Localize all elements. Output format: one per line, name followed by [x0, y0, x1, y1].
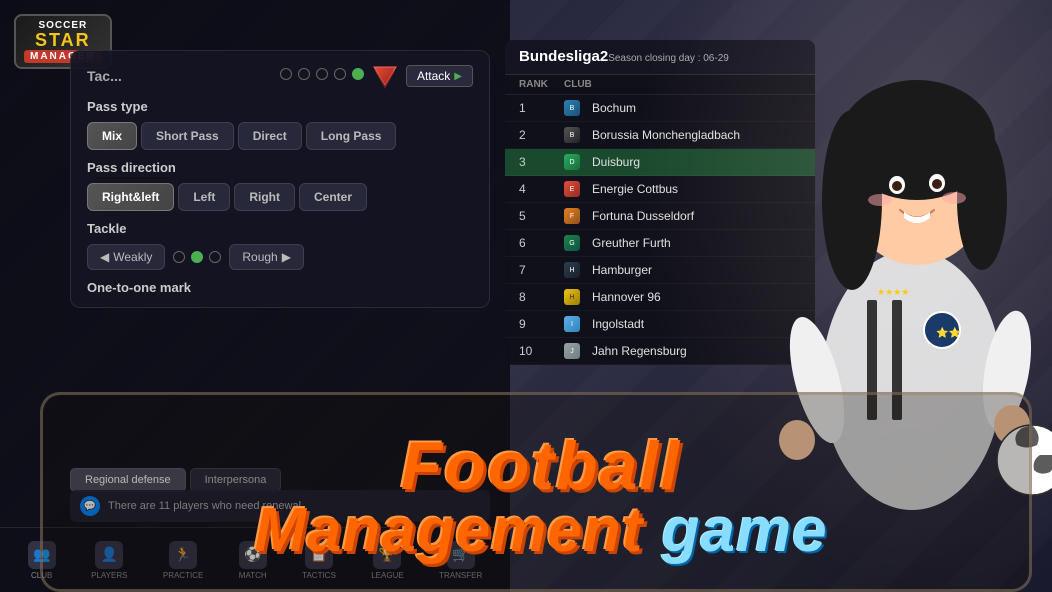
badge-energie: E	[564, 181, 580, 197]
dot-3	[316, 68, 328, 80]
game-word: game	[662, 496, 828, 565]
tackle-dot-3	[209, 251, 221, 263]
footer-line2: Management game	[254, 500, 827, 562]
rank-1: 1	[519, 101, 564, 115]
tackle-dot-1	[173, 251, 185, 263]
pass-type-label: Pass type	[87, 99, 473, 114]
badge-borussia: B	[564, 127, 580, 143]
dir-left-button[interactable]: Left	[178, 183, 230, 211]
dir-right-button[interactable]: Right	[234, 183, 295, 211]
badge-hannover: H	[564, 289, 580, 305]
badge-fortuna: F	[564, 208, 580, 224]
rank-5: 5	[519, 209, 564, 223]
rank-7: 7	[519, 263, 564, 277]
tackle-dots	[173, 251, 221, 263]
rank-10: 10	[519, 344, 564, 358]
logo-star: STAR	[35, 31, 91, 49]
rank-4: 4	[519, 182, 564, 196]
rank-8: 8	[519, 290, 564, 304]
footer-line1: Football	[401, 432, 681, 500]
badge-bochum: B	[564, 100, 580, 116]
badge-jahn: J	[564, 343, 580, 359]
pass-direct-button[interactable]: Direct	[238, 122, 302, 150]
dir-center-button[interactable]: Center	[299, 183, 367, 211]
attack-arrow-icon: ▶	[454, 71, 462, 82]
right-arrow-icon: ▶	[282, 250, 291, 264]
league-title-text: Bundesliga2	[519, 48, 608, 65]
oneonone-label: One-to-one mark	[87, 280, 473, 295]
attack-label: Attack	[417, 69, 450, 83]
tactics-panel: Tac... Attack	[70, 50, 490, 308]
tackle-dot-2	[191, 251, 203, 263]
rough-label: Rough	[242, 250, 277, 264]
rank-2: 2	[519, 128, 564, 142]
tackle-row: ◀ Weakly Rough ▶	[87, 244, 473, 270]
pass-short-button[interactable]: Short Pass	[141, 122, 234, 150]
management-word: Management	[254, 496, 661, 565]
left-arrow-icon: ◀	[100, 250, 109, 264]
dot-2	[298, 68, 310, 80]
footer-text-area: Football Management game	[50, 432, 1032, 562]
rank-6: 6	[519, 236, 564, 250]
pass-type-group: Mix Short Pass Direct Long Pass	[87, 122, 473, 150]
tackle-label: Tackle	[87, 221, 473, 236]
badge-greuther: G	[564, 235, 580, 251]
pass-mix-button[interactable]: Mix	[87, 122, 137, 150]
rank-col-header: RANK	[519, 79, 564, 90]
badge-ingolstadt: I	[564, 316, 580, 332]
rank-3: 3	[519, 155, 564, 169]
pass-direction-group: Right&left Left Right Center	[87, 183, 473, 211]
tactics-title: Tac...	[87, 68, 122, 84]
rough-button[interactable]: Rough ▶	[229, 244, 304, 270]
badge-duisburg: D	[564, 154, 580, 170]
badge-hamburger: H	[564, 262, 580, 278]
weakly-label: Weakly	[113, 250, 152, 264]
rank-9: 9	[519, 317, 564, 331]
progress-dots	[280, 68, 364, 80]
svg-text:★★★★: ★★★★	[877, 287, 909, 297]
dot-1	[280, 68, 292, 80]
pass-long-button[interactable]: Long Pass	[306, 122, 397, 150]
dir-rightleft-button[interactable]: Right&left	[87, 183, 174, 211]
pass-direction-label: Pass direction	[87, 160, 473, 175]
dot-5	[352, 68, 364, 80]
dot-4	[334, 68, 346, 80]
attack-button[interactable]: Attack ▶	[406, 65, 473, 87]
svg-text:⭐⭐: ⭐⭐	[936, 326, 961, 339]
down-arrow-icon	[372, 63, 398, 89]
weakly-button[interactable]: ◀ Weakly	[87, 244, 165, 270]
tactics-header: Tac... Attack	[87, 63, 473, 89]
